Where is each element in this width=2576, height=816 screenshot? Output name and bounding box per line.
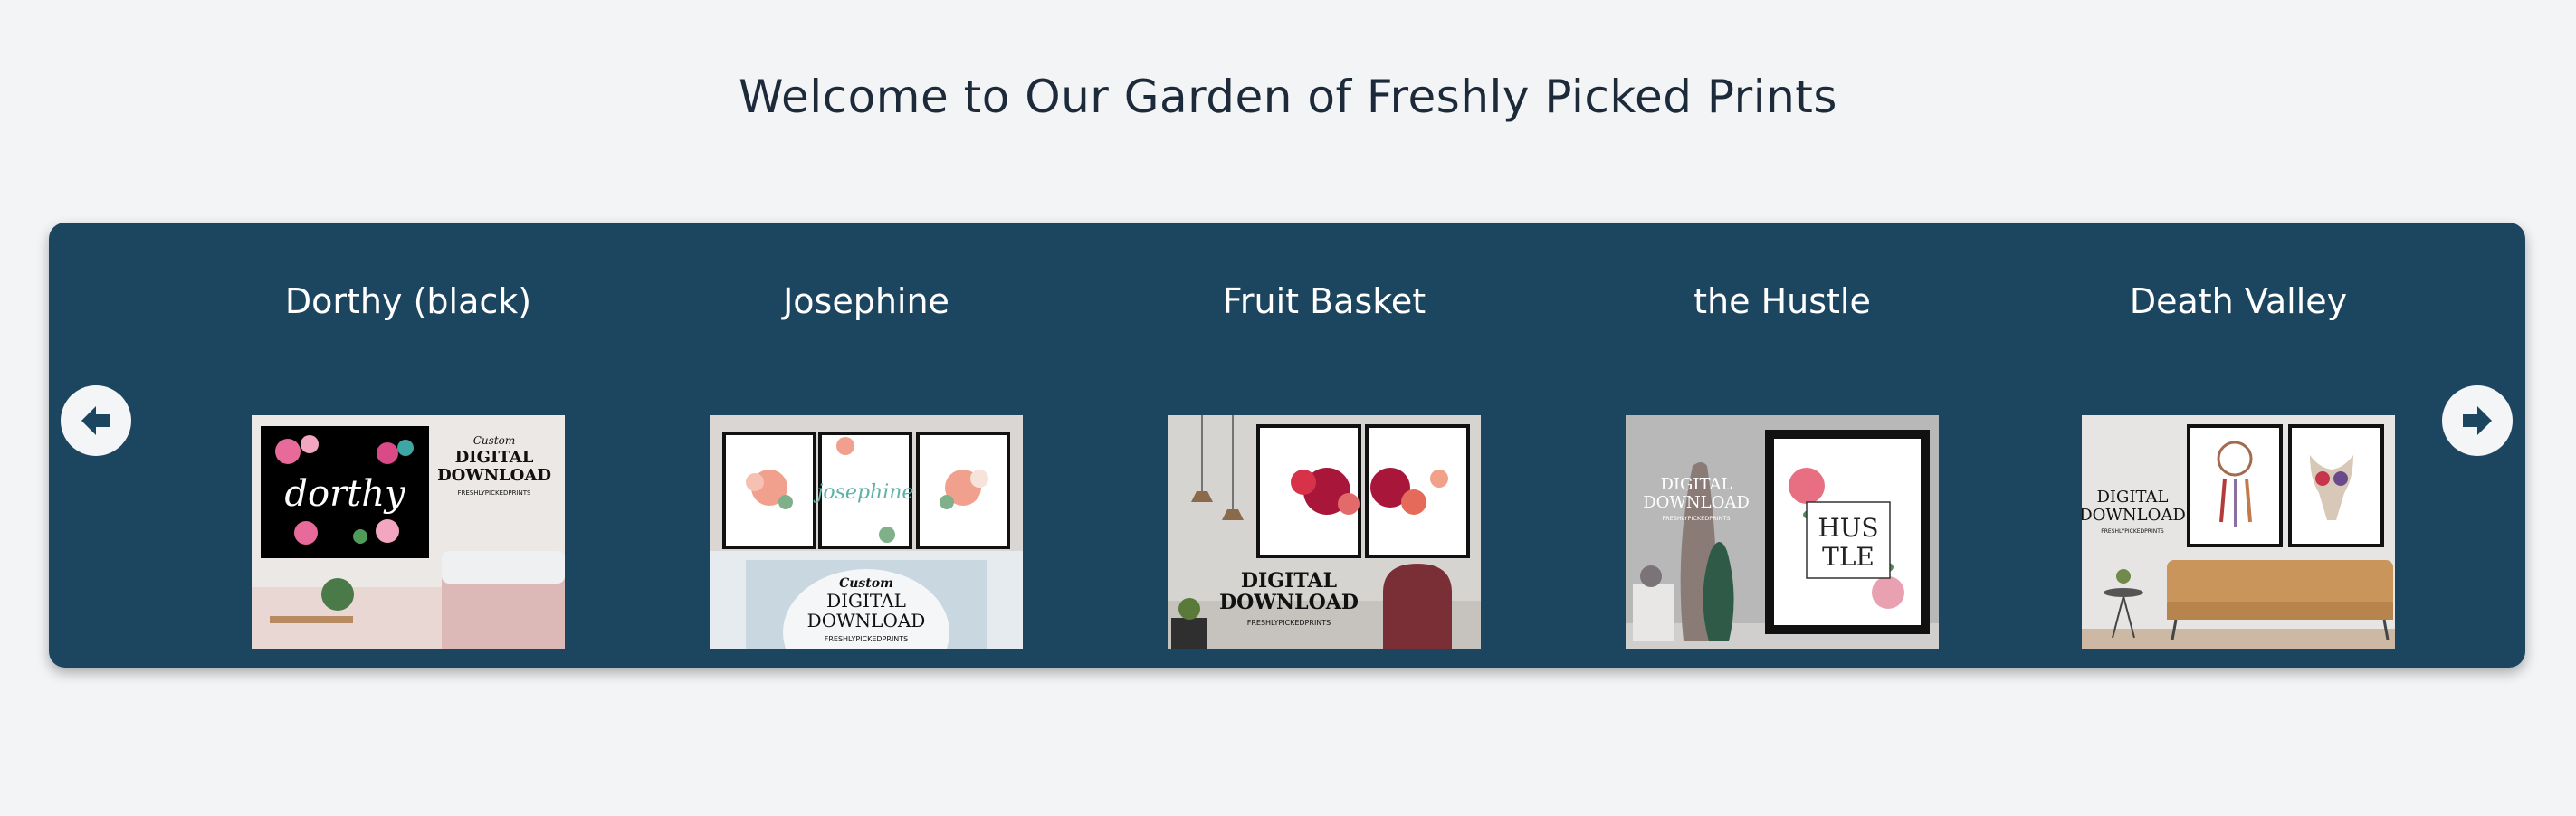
product-card-dorthy-black[interactable]: Dorthy (black) dorthy Custom DIGITAL DOW… <box>252 279 565 649</box>
image-script-text: josephine <box>813 481 914 504</box>
image-text: TLE <box>1822 542 1875 572</box>
product-card-josephine[interactable]: Josephine josephine Custom DIGITAL DOWNL… <box>710 279 1023 649</box>
image-text: HUS <box>1818 513 1878 543</box>
image-text: DOWNLOAD <box>2082 506 2186 525</box>
carousel-next-button[interactable] <box>2442 385 2513 456</box>
image-text: Custom <box>473 434 516 447</box>
image-text: FRESHLYPICKEDPRINTS <box>458 489 532 497</box>
product-image[interactable]: josephine Custom DIGITAL DOWNLOAD FRESHL… <box>710 415 1023 649</box>
arrow-right-icon <box>2463 406 2492 435</box>
image-text: DOWNLOAD <box>437 466 551 485</box>
product-image[interactable]: dorthy Custom DIGITAL DOWNLOAD FRESHLYPI… <box>252 415 565 649</box>
image-text: FRESHLYPICKEDPRINTS <box>2101 528 2164 535</box>
product-image-graphic: josephine Custom DIGITAL DOWNLOAD FRESHL… <box>710 415 1023 649</box>
product-card-fruit-basket[interactable]: Fruit Basket DIGITAL DOWNLOAD FRESHLYPIC… <box>1168 279 1481 649</box>
product-title[interactable]: the Hustle <box>1626 279 1939 324</box>
product-image[interactable]: HUS TLE DIGITAL DOWNLOAD FRESHLYPICKEDPR… <box>1626 415 1939 649</box>
image-text: Custom <box>839 576 893 591</box>
image-text: DIGITAL <box>2096 488 2168 507</box>
image-text: FRESHLYPICKEDPRINTS <box>1662 515 1730 522</box>
arrow-left-icon <box>81 406 110 435</box>
product-card-death-valley[interactable]: Death Valley DIGITAL DOWNLOAD FRESHLYPIC… <box>2082 279 2395 649</box>
product-title[interactable]: Fruit Basket <box>1168 279 1481 324</box>
page-title: Welcome to Our Garden of Freshly Picked … <box>739 71 1837 123</box>
product-image[interactable]: DIGITAL DOWNLOAD FRESHLYPICKEDPRINTS <box>2082 415 2395 649</box>
image-text: FRESHLYPICKEDPRINTS <box>1247 619 1331 627</box>
product-title[interactable]: Josephine <box>710 279 1023 324</box>
carousel-prev-button[interactable] <box>61 385 131 456</box>
image-text: DOWNLOAD <box>1219 591 1359 614</box>
image-text: DIGITAL <box>826 590 906 612</box>
product-image[interactable]: DIGITAL DOWNLOAD FRESHLYPICKEDPRINTS <box>1168 415 1481 649</box>
image-text: DOWNLOAD <box>807 610 926 631</box>
product-image-graphic: dorthy Custom DIGITAL DOWNLOAD FRESHLYPI… <box>252 415 565 649</box>
image-text: DIGITAL <box>1241 569 1337 593</box>
product-image-graphic: DIGITAL DOWNLOAD FRESHLYPICKEDPRINTS <box>2082 415 2395 649</box>
image-text: DIGITAL <box>455 448 534 467</box>
product-carousel: Dorthy (black) dorthy Custom DIGITAL DOW… <box>49 223 2525 668</box>
product-title[interactable]: Dorthy (black) <box>252 279 565 324</box>
product-title[interactable]: Death Valley <box>2082 279 2395 324</box>
image-script-text: dorthy <box>284 473 406 515</box>
image-text: DIGITAL <box>1660 475 1732 494</box>
product-card-the-hustle[interactable]: the Hustle HUS TLE DIGITAL DOWNLOAD FRES… <box>1626 279 1939 649</box>
image-text: FRESHLYPICKEDPRINTS <box>825 635 909 643</box>
image-text: DOWNLOAD <box>1643 493 1750 512</box>
product-image-graphic: HUS TLE DIGITAL DOWNLOAD FRESHLYPICKEDPR… <box>1626 415 1939 649</box>
product-image-graphic: DIGITAL DOWNLOAD FRESHLYPICKEDPRINTS <box>1168 415 1481 649</box>
